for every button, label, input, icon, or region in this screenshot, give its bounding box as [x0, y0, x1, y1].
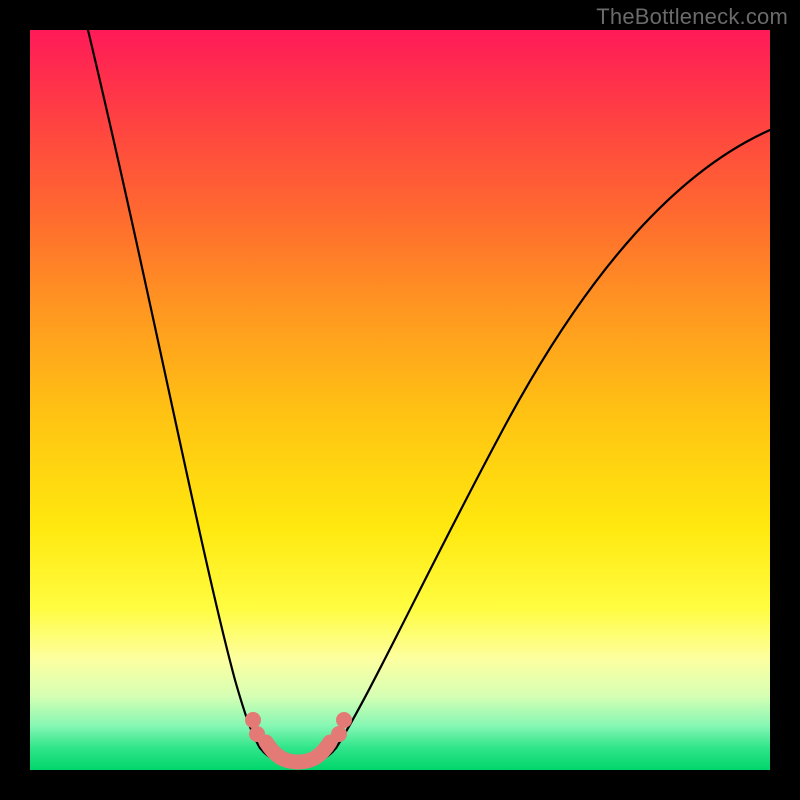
chart-frame: TheBottleneck.com — [0, 0, 800, 800]
watermark-text: TheBottleneck.com — [596, 4, 788, 30]
plot-area — [30, 30, 770, 770]
bottleneck-curve — [30, 30, 770, 770]
